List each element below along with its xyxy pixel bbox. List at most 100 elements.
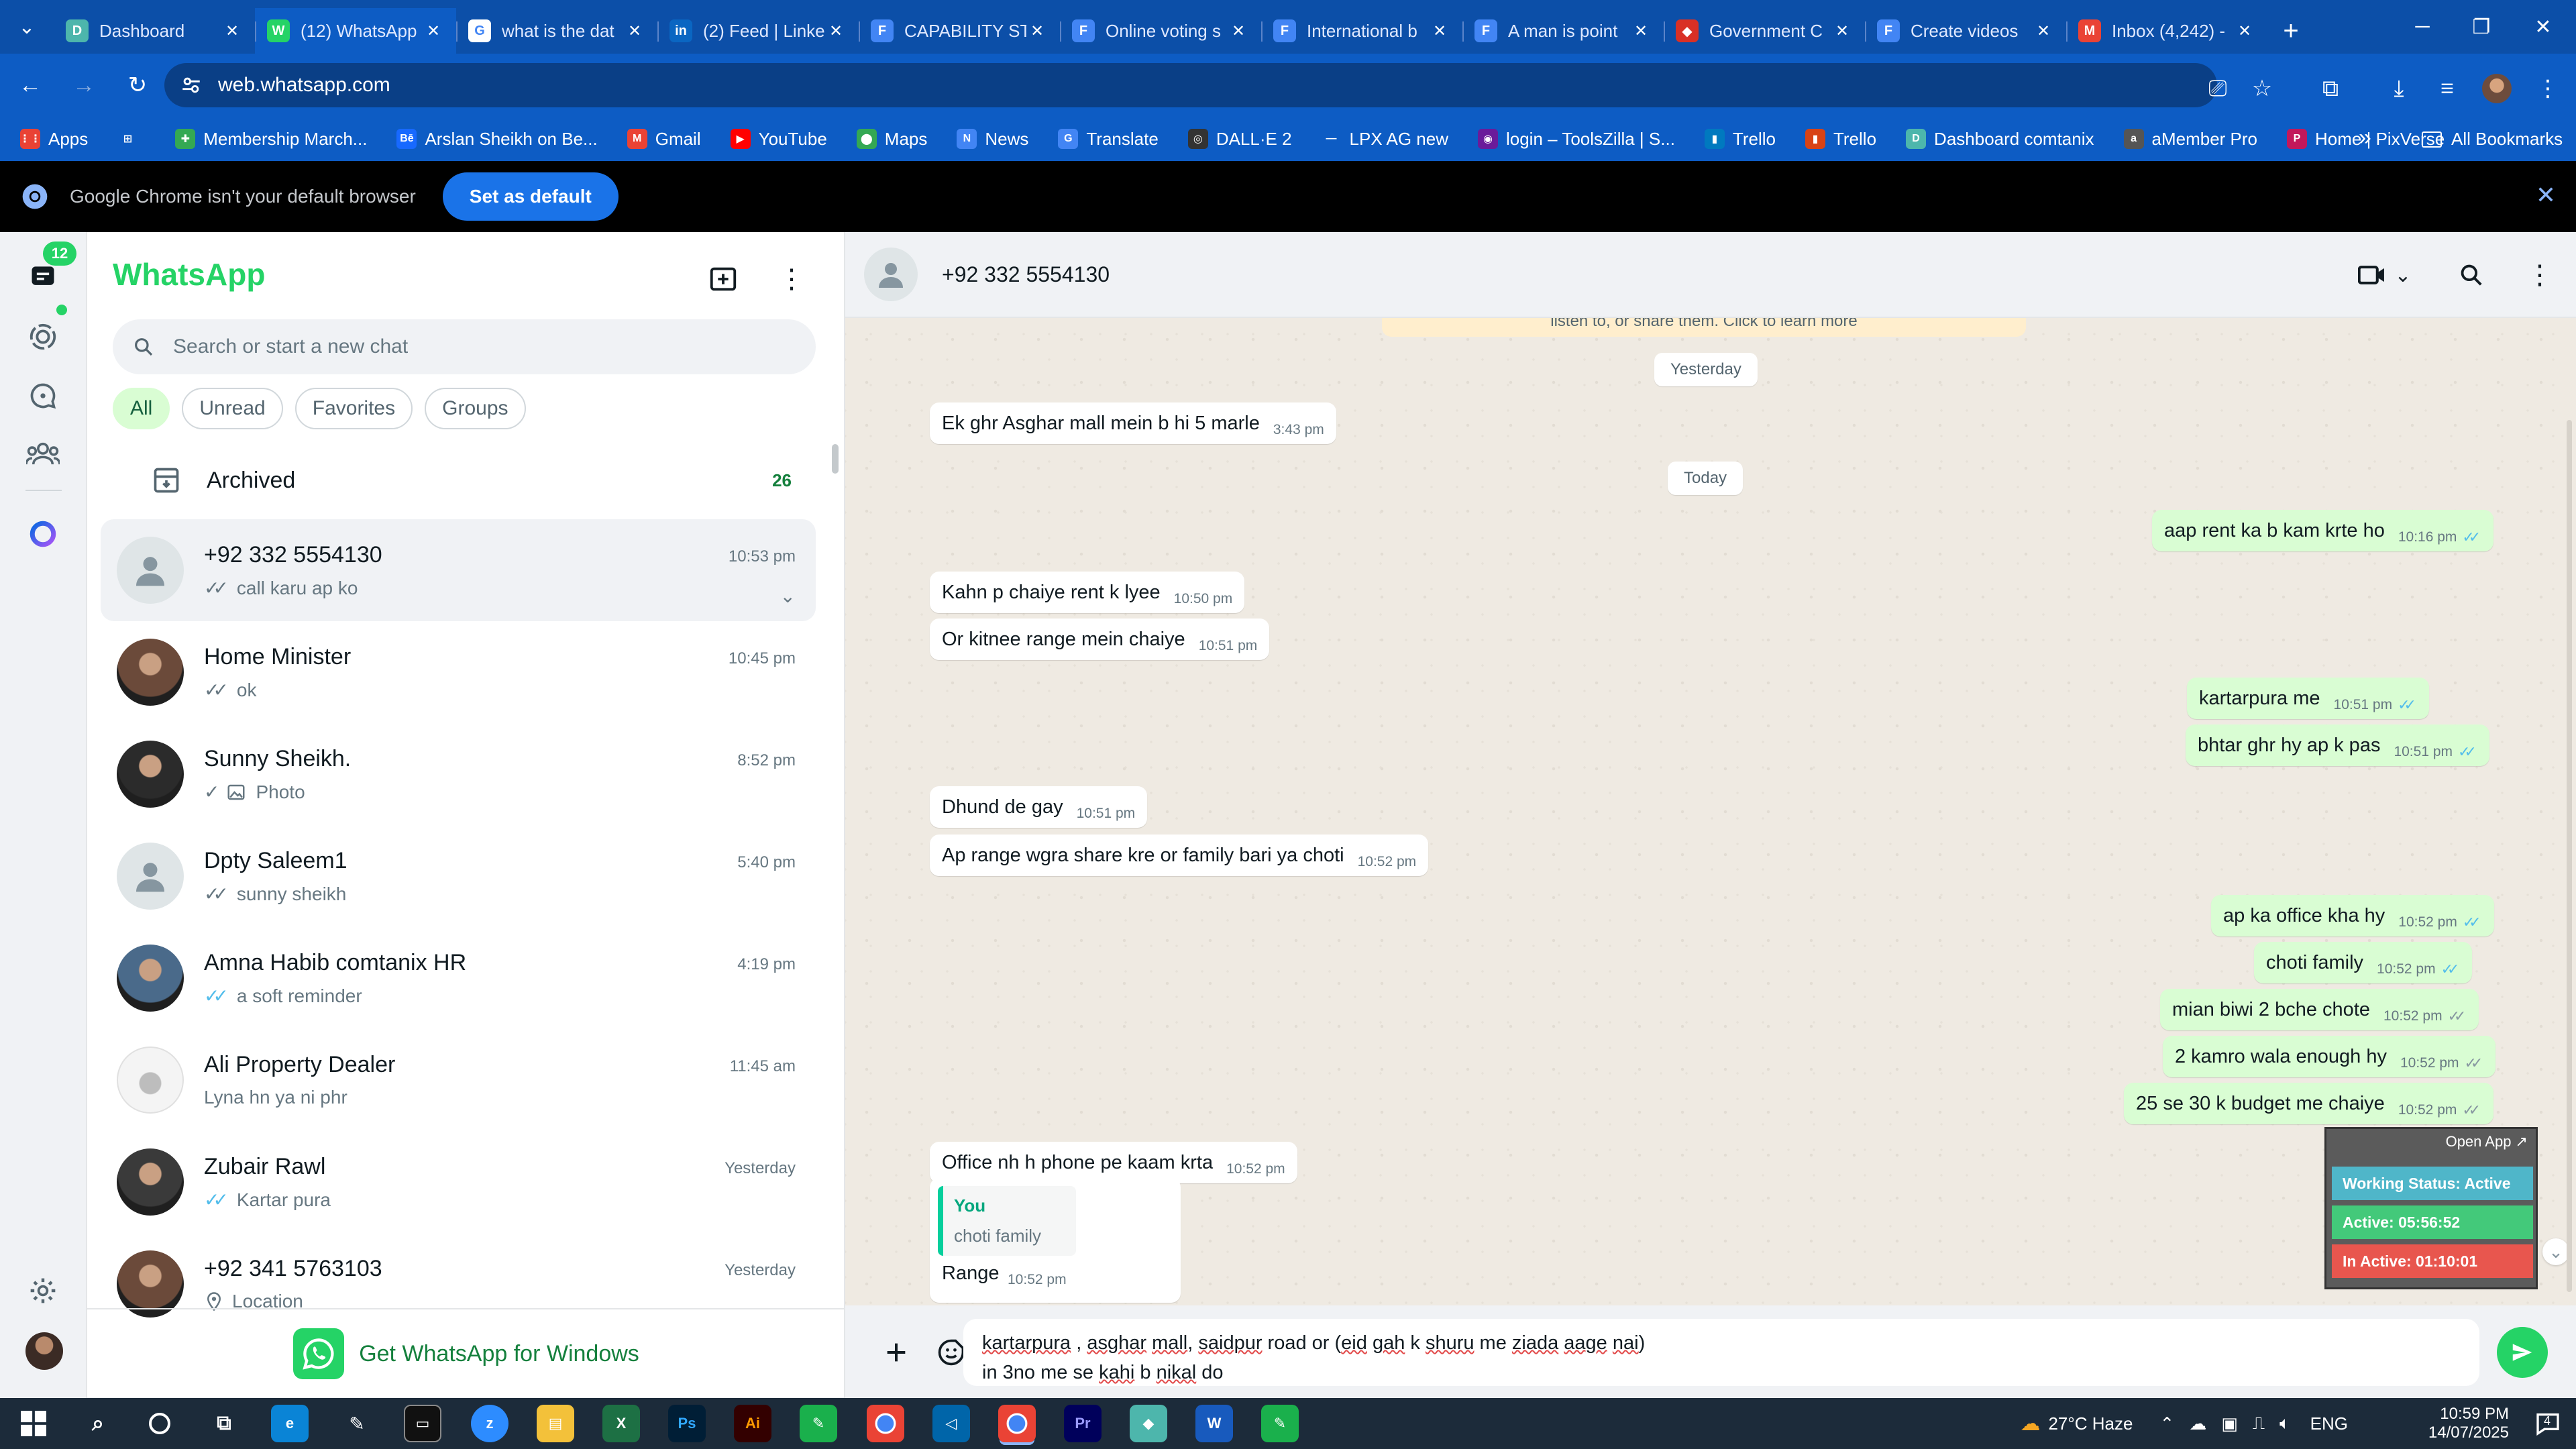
attach-plus-icon[interactable] (876, 1332, 916, 1373)
chat-row[interactable]: Ali Property Dealer Lyna hn ya ni phr 11:4… (101, 1029, 816, 1131)
conversation-scrollbar[interactable] (2567, 420, 2572, 1292)
reload-icon[interactable]: ↻ (114, 62, 161, 109)
contact-name[interactable]: +92 332 5554130 (942, 262, 1110, 287)
bookmark-item[interactable]: ◉ login – ToolsZilla | S... (1477, 129, 1675, 150)
profile-avatar[interactable] (2478, 70, 2516, 107)
back-icon[interactable]: ← (7, 62, 54, 109)
browser-tab[interactable]: Gwhat is the dat ✕ (456, 8, 657, 54)
scroll-down-icon[interactable]: ⌄ (2542, 1238, 2569, 1265)
search-messages-icon[interactable] (2451, 255, 2491, 295)
media-controls-icon[interactable]: ≡ (2428, 70, 2466, 107)
chevron-up-icon[interactable]: ⌃ (2159, 1413, 2174, 1434)
tab-close-icon[interactable]: ✕ (423, 21, 444, 41)
tab-close-icon[interactable]: ✕ (1026, 21, 1048, 41)
message-bubble-in[interactable]: Kahn p chaiye rent k lyee 10:50 pm (930, 572, 1245, 613)
message-bubble-out[interactable]: ap ka office kha hy 10:52 pm ✓✓ (2211, 895, 2494, 936)
my-profile-avatar[interactable] (25, 1332, 63, 1370)
communities-icon[interactable] (23, 433, 63, 474)
browser-tab[interactable]: F Create videos ✕ (1865, 8, 2066, 54)
archived-row[interactable]: Archived 26 (101, 447, 816, 514)
message-input[interactable]: kartarpura , asghar mall, saidpur road o… (963, 1319, 2479, 1386)
tab-search-chevron-icon[interactable]: ⌄ (0, 0, 54, 54)
bookmark-item[interactable]: D Dashboard comtanix (1906, 129, 2094, 150)
close-window-icon[interactable]: ✕ (2506, 0, 2576, 54)
message-bubble-in[interactable]: Office nh h phone pe kaam krta 10:52 pm (930, 1142, 1297, 1183)
volume-icon[interactable]: 🔈︎ (2279, 1413, 2290, 1434)
tab-close-icon[interactable]: ✕ (2033, 21, 2054, 41)
forward-icon[interactable]: → (60, 62, 107, 109)
taskbar-search-icon[interactable]: ⌕ (79, 1405, 117, 1442)
bookmark-item[interactable]: Bē Arslan Sheikh on Be... (396, 129, 598, 150)
tab-close-icon[interactable]: ✕ (825, 21, 847, 41)
tab-close-icon[interactable]: ✕ (624, 21, 645, 41)
chat-list-scrollbar[interactable] (832, 444, 839, 474)
quoted-message[interactable]: You choti family (938, 1186, 1076, 1256)
weather-icon[interactable]: ☁ (2020, 1412, 2040, 1436)
send-button[interactable] (2497, 1327, 2548, 1378)
get-whatsapp-windows-banner[interactable]: Get WhatsApp for Windows (87, 1308, 845, 1398)
weather-text[interactable]: 27°C Haze (2048, 1413, 2133, 1434)
message-bubble-in[interactable]: Ap range wgra share kre or family bari y… (930, 835, 1429, 876)
zoom-icon[interactable]: z (471, 1405, 508, 1442)
downloads-icon[interactable]: ⤓ (2380, 70, 2418, 107)
bookmark-item[interactable]: a aMember Pro (2123, 129, 2257, 150)
chevron-down-icon[interactable]: ⌄ (2394, 264, 2411, 287)
menu-kebab-icon[interactable]: ⋮ (771, 259, 812, 299)
file-explorer-icon[interactable]: ▤ (537, 1405, 574, 1442)
chat-avatar[interactable] (117, 639, 184, 706)
extensions-icon[interactable]: ⧉ (2312, 70, 2349, 107)
chat-row[interactable]: Sunny Sheikh. ✓ Photo 8:52 pm (101, 723, 816, 825)
browser-tab[interactable]: F International b ✕ (1261, 8, 1462, 54)
message-bubble-out[interactable]: 2 kamro wala enough hy 10:52 pm ✓✓ (2163, 1036, 2496, 1077)
all-bookmarks-button[interactable]: All Bookmarks (2422, 129, 2563, 150)
chat-row[interactable]: +92 332 5554130 ✓✓ call karu ap ko 10:53 pm… (101, 519, 816, 621)
bookmark-item[interactable]: N News (957, 129, 1028, 150)
chat-avatar[interactable] (117, 741, 184, 808)
word-icon[interactable]: W (1195, 1405, 1233, 1442)
conversation-header[interactable]: +92 332 5554130 ⌄ ⋮ (845, 232, 2576, 318)
tab-close-icon[interactable]: ✕ (1228, 21, 1249, 41)
bookmark-item[interactable]: ◎ DALL·E 2 (1187, 129, 1292, 150)
tab-close-icon[interactable]: ✕ (221, 21, 243, 41)
filter-groups[interactable]: Groups (425, 388, 526, 429)
browser-tab[interactable]: M Inbox (4,242) - ✕ (2066, 8, 2267, 54)
cortana-icon[interactable] (141, 1405, 178, 1442)
message-bubble-out[interactable]: kartarpura me 10:51 pm ✓✓ (2187, 678, 2429, 719)
close-infobar-icon[interactable]: ✕ (2536, 181, 2556, 209)
filter-all[interactable]: All (113, 388, 170, 429)
clock[interactable]: 10:59 PM 14/07/2025 (2428, 1405, 2509, 1442)
photoshop-icon[interactable]: Ps (668, 1405, 706, 1442)
onedrive-icon[interactable]: ☁ (2189, 1413, 2206, 1434)
message-bubble-out[interactable]: 25 se 30 k budget me chaiye 10:52 pm ✓✓ (2124, 1083, 2494, 1124)
premiere-icon[interactable]: Pr (1064, 1405, 1102, 1442)
bookmark-item[interactable]: ✚ Membership March... (175, 129, 367, 150)
channels-icon[interactable] (23, 376, 63, 416)
chat-avatar[interactable] (117, 945, 184, 1012)
browser-tab[interactable]: in (2) Feed | Linke ✕ (657, 8, 859, 54)
tab-close-icon[interactable]: ✕ (2234, 21, 2255, 41)
excel-icon[interactable]: X (602, 1405, 640, 1442)
bookmark-item[interactable]: ▮ Trello (1704, 129, 1776, 150)
settings-icon[interactable] (23, 1271, 63, 1311)
tab-close-icon[interactable]: ✕ (1429, 21, 1450, 41)
bookmark-item[interactable]: M Gmail (627, 129, 701, 150)
chat-row[interactable]: Zubair Rawl ✓✓ Kartar pura Yesterday (101, 1131, 816, 1233)
chat-avatar[interactable] (117, 1250, 184, 1318)
network-icon[interactable]: ⎍ (2253, 1413, 2265, 1434)
chevron-down-icon[interactable]: ⌄ (780, 585, 796, 607)
browser-tab[interactable]: F A man is point ✕ (1462, 8, 1664, 54)
illustrator-icon[interactable]: Ai (734, 1405, 771, 1442)
message-bubble-out[interactable]: bhtar ghr hy ap k pas 10:51 pm ✓✓ (2186, 724, 2489, 766)
bookmark-item[interactable]: — LPX AG new (1321, 129, 1448, 150)
chat-avatar[interactable] (117, 1148, 184, 1216)
open-app-link[interactable]: Open App ↗ (2446, 1133, 2528, 1150)
bookmark-item[interactable]: ⊞ (117, 129, 146, 149)
browser-tab[interactable]: F Online voting s ✕ (1060, 8, 1261, 54)
chrome-active-icon[interactable] (998, 1405, 1036, 1442)
dashboard-app-icon[interactable]: ◆ (1130, 1405, 1167, 1442)
pen-icon[interactable]: ✎ (338, 1405, 376, 1442)
bookmark-item[interactable]: ▶ YouTube (730, 129, 827, 150)
tab-close-icon[interactable]: ✕ (1831, 21, 1853, 41)
message-bubble-in[interactable]: Or kitnee range mein chaiye 10:51 pm (930, 619, 1270, 660)
bookmark-item[interactable]: ⬤ Maps (856, 129, 927, 150)
